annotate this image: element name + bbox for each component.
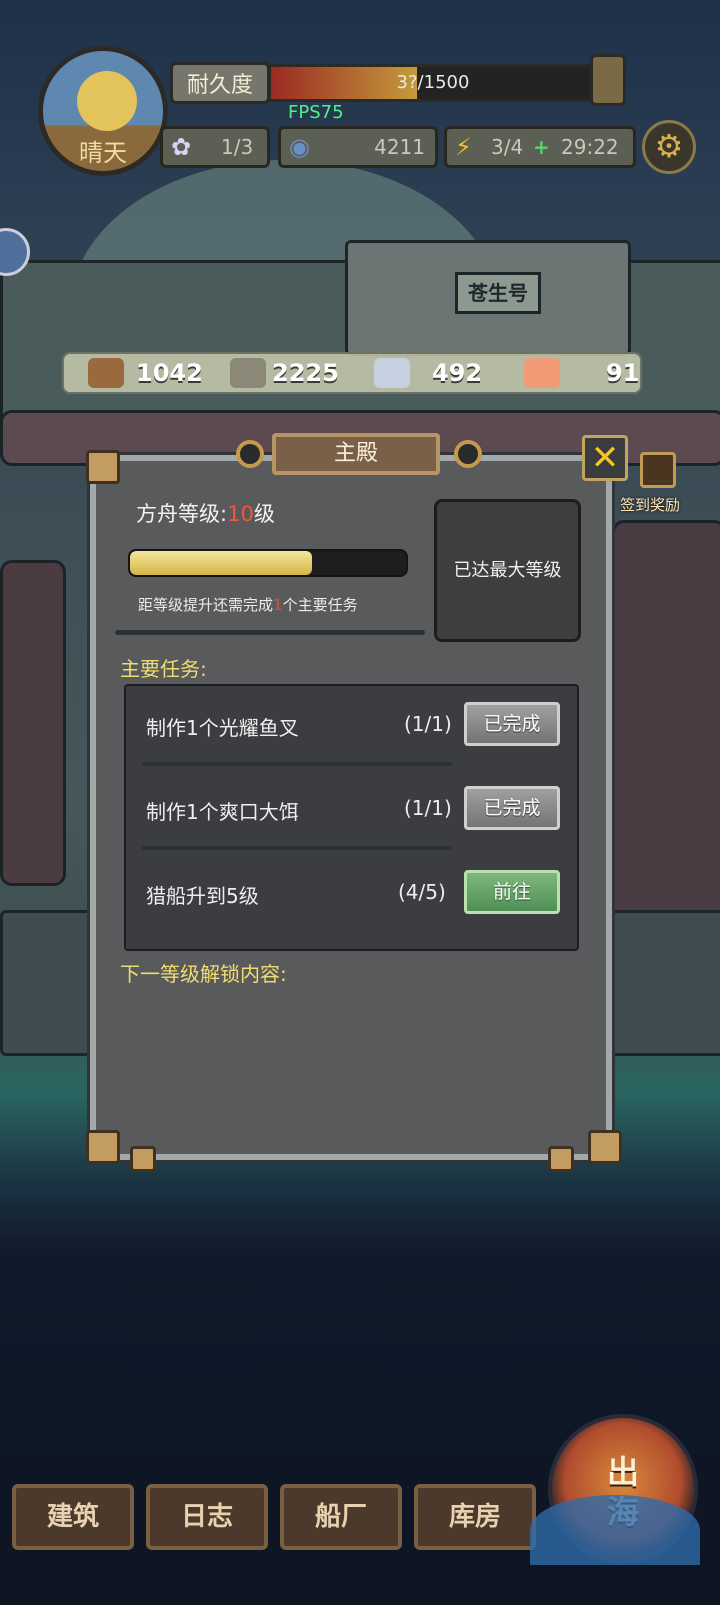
coin-counter[interactable]: ◉ 4211 <box>278 126 438 168</box>
requirement-suffix: 个主要任务 <box>282 596 358 614</box>
nav-warehouse-button[interactable]: 库房 <box>414 1484 536 1550</box>
task-progress: (4/5) <box>398 880 446 904</box>
ark-level-prefix: 方舟等级: <box>136 502 228 526</box>
ship-side-pipe <box>0 560 66 886</box>
checkin-reward-label[interactable]: 签到奖励 <box>620 494 680 515</box>
dialog-corner-bracket <box>86 1130 120 1164</box>
task-divider <box>142 846 452 850</box>
task-go-button[interactable]: 前往 <box>464 870 560 914</box>
fps-counter: FPS75 <box>288 102 344 123</box>
crew-counter[interactable]: ✿ 1/3 <box>160 126 270 168</box>
stone-icon <box>230 358 266 388</box>
coin-value: 4211 <box>374 135 425 159</box>
crew-icon: ✿ <box>171 133 192 161</box>
title-ring-icon <box>454 440 482 468</box>
fish-value: 91 <box>606 359 640 387</box>
durability-label: 耐久度 <box>170 62 270 104</box>
wood-value: 1042 <box>136 359 203 387</box>
set-sail-label-line1: 出 <box>606 1453 639 1491</box>
task-name: 制作1个光耀鱼叉 <box>146 716 299 740</box>
sun-icon <box>77 71 137 131</box>
ark-level-line: 方舟等级:10级 <box>136 498 275 528</box>
energy-plus-icon[interactable]: + <box>533 129 550 165</box>
title-ring-icon <box>236 440 264 468</box>
main-tasks-title: 主要任务: <box>120 657 207 681</box>
ark-level-number: 10 <box>227 502 254 526</box>
nav-log-button[interactable]: 日志 <box>146 1484 268 1550</box>
dialog-title: 主殿 <box>272 433 440 475</box>
settings-gear-icon[interactable]: ⚙ <box>642 120 696 174</box>
next-level-unlocks-title: 下一等级解锁内容: <box>120 962 287 986</box>
stone-value: 2225 <box>272 359 339 387</box>
weather-indicator[interactable]: 晴天 <box>38 46 168 176</box>
ark-level-suffix: 级 <box>253 502 275 526</box>
upgrade-requirement: 距等级提升还需完成1个主要任务 <box>138 594 358 615</box>
durability-value: 3?/1500 <box>396 72 470 93</box>
weather-label: 晴天 <box>79 139 127 167</box>
chest-icon[interactable] <box>640 452 676 488</box>
durability-bar: 3?/1500 <box>268 64 598 102</box>
requirement-count: 1 <box>273 596 283 614</box>
nav-buildings-button[interactable]: 建筑 <box>12 1484 134 1550</box>
level-progress-fill <box>130 551 313 575</box>
metal-resource[interactable]: 492 <box>374 354 504 392</box>
task-divider <box>142 762 452 766</box>
durability-bar-cap <box>590 54 626 106</box>
dialog-bolt <box>548 1146 574 1172</box>
coin-icon: ◉ <box>289 133 310 161</box>
dialog-corner-bracket <box>86 450 120 484</box>
ship-right-machinery <box>612 520 720 926</box>
energy-timer: 29:22 <box>561 135 619 159</box>
task-name: 制作1个爽口大饵 <box>146 800 299 824</box>
requirement-prefix: 距等级提升还需完成 <box>138 596 274 614</box>
close-button[interactable]: ✕ <box>582 435 628 481</box>
dialog-corner-bracket <box>588 1130 622 1164</box>
task-completed-button[interactable]: 已完成 <box>464 786 560 830</box>
nav-shipyard-button[interactable]: 船厂 <box>280 1484 402 1550</box>
lightning-icon: ⚡ <box>455 133 472 161</box>
task-progress: (1/1) <box>404 712 452 736</box>
wood-log-icon <box>88 358 124 388</box>
section-divider <box>115 630 425 635</box>
resource-bar: 1042 2225 492 91 <box>62 352 642 394</box>
wave-decoration <box>530 1495 700 1565</box>
metal-ingot-icon <box>374 358 410 388</box>
stone-resource[interactable]: 2225 <box>230 354 360 392</box>
energy-value: 3/4 <box>491 135 524 159</box>
fish-meat-icon <box>524 358 560 388</box>
energy-counter[interactable]: ⚡ 3/4 + 29:22 <box>444 126 636 168</box>
fish-resource[interactable]: 91 <box>524 354 639 392</box>
max-level-box: 已达最大等级 <box>434 499 581 642</box>
dialog-bolt <box>130 1146 156 1172</box>
crew-value: 1/3 <box>221 135 254 159</box>
task-name: 猎船升到5级 <box>146 884 259 908</box>
task-completed-button[interactable]: 已完成 <box>464 702 560 746</box>
metal-value: 492 <box>432 359 483 387</box>
level-progress-bar <box>128 549 408 577</box>
ship-name-plate: 苍生号 <box>455 272 541 314</box>
wood-resource[interactable]: 1042 <box>88 354 218 392</box>
task-progress: (1/1) <box>404 796 452 820</box>
